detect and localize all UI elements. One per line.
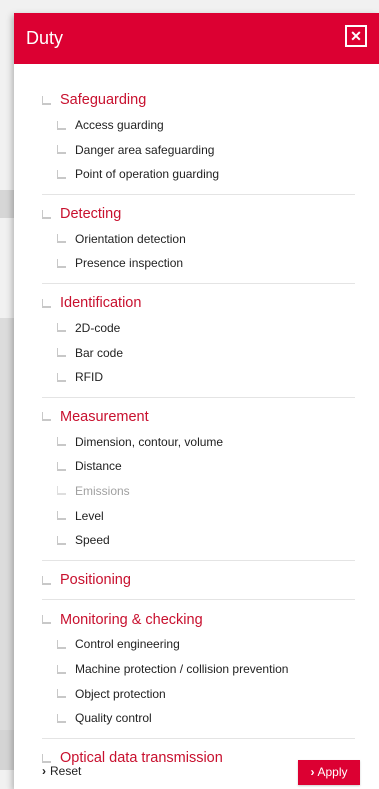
option-label: Quality control (75, 711, 152, 726)
option-label: Presence inspection (75, 256, 184, 271)
reset-button[interactable]: › Reset (42, 764, 81, 778)
option-checkbox-row[interactable]: Control engineering (42, 632, 355, 657)
group-checkbox-row[interactable]: Measurement (42, 405, 355, 430)
filter-group: Identification 2D-code Bar code RFID (42, 291, 355, 398)
group-label: Measurement (60, 408, 149, 425)
checkbox[interactable] (57, 258, 66, 268)
option-label: Bar code (75, 345, 124, 360)
option-checkbox-row[interactable]: Bar code (42, 340, 355, 365)
filter-list: Safeguarding Access guarding Danger area s… (14, 64, 379, 778)
option-checkbox-row[interactable]: Danger area safeguarding (42, 137, 355, 162)
filter-group: Measurement Dimension, contour, volume Dis… (42, 405, 355, 561)
checkbox[interactable] (57, 348, 66, 358)
option-checkbox-row[interactable]: Machine protection / collision preventio… (42, 657, 355, 682)
checkbox (57, 486, 66, 496)
group-checkbox-row[interactable]: Identification (42, 291, 355, 316)
filter-group: Detecting Orientation detection Presence i… (42, 202, 355, 284)
chevron-right-icon: › (42, 764, 46, 778)
checkbox[interactable] (57, 323, 66, 333)
option-label: Level (75, 508, 104, 523)
option-checkbox-row[interactable]: Presence inspection (42, 251, 355, 276)
option-label: Dimension, contour, volume (75, 434, 224, 449)
checkbox[interactable] (57, 437, 66, 447)
option-checkbox-row[interactable]: Point of operation guarding (42, 162, 355, 187)
duty-filter-panel: Duty ✕ Safeguarding Access guarding Danger… (14, 13, 379, 789)
checkbox[interactable] (57, 639, 66, 649)
option-checkbox-row[interactable]: Quality control (42, 706, 355, 731)
option-checkbox-row[interactable]: Object protection (42, 681, 355, 706)
option-checkbox-row[interactable]: Distance (42, 454, 355, 479)
checkbox[interactable] (57, 689, 66, 699)
checkbox[interactable] (57, 461, 66, 471)
group-label: Safeguarding (60, 92, 147, 109)
checkbox[interactable] (57, 169, 66, 179)
option-checkbox-row[interactable]: Orientation detection (42, 226, 355, 251)
option-label: Object protection (75, 686, 166, 701)
reset-label: Reset (50, 764, 82, 778)
option-checkbox-row: Emissions (42, 479, 355, 504)
checkbox[interactable] (57, 535, 66, 545)
panel-header: Duty ✕ (14, 13, 379, 64)
close-icon: ✕ (350, 28, 362, 44)
option-label: Emissions (75, 483, 130, 498)
checkbox[interactable] (42, 209, 51, 219)
checkbox[interactable] (42, 95, 51, 105)
group-checkbox-row[interactable]: Positioning (42, 568, 355, 593)
group-checkbox-row[interactable]: Safeguarding (42, 88, 355, 113)
option-label: Access guarding (75, 118, 164, 133)
panel-title: Duty (26, 28, 64, 48)
panel-footer: › Reset › Apply (14, 758, 379, 788)
checkbox[interactable] (42, 575, 51, 585)
group-label: Identification (60, 295, 142, 312)
option-label: RFID (75, 370, 103, 385)
group-label: Positioning (60, 572, 131, 589)
group-label: Monitoring & checking (60, 611, 203, 628)
group-label: Detecting (60, 206, 122, 223)
group-checkbox-row[interactable]: Detecting (42, 202, 355, 227)
option-label: Orientation detection (75, 231, 186, 246)
filter-group: Monitoring & checking Control engineering… (42, 607, 355, 739)
option-checkbox-row[interactable]: 2D-code (42, 316, 355, 341)
filter-group: Positioning (42, 568, 355, 601)
option-checkbox-row[interactable]: Dimension, contour, volume (42, 429, 355, 454)
option-checkbox-row[interactable]: Level (42, 503, 355, 528)
group-checkbox-row[interactable]: Monitoring & checking (42, 607, 355, 632)
option-label: Machine protection / collision preventio… (75, 662, 289, 677)
checkbox[interactable] (42, 298, 51, 308)
checkbox[interactable] (57, 234, 66, 244)
checkbox[interactable] (57, 511, 66, 521)
option-label: 2D-code (75, 320, 121, 335)
chevron-right-icon: › (310, 765, 315, 779)
option-label: Speed (75, 533, 110, 548)
option-label: Control engineering (75, 637, 180, 652)
checkbox[interactable] (57, 372, 66, 382)
checkbox[interactable] (57, 145, 66, 155)
apply-label: Apply (317, 765, 348, 779)
checkbox[interactable] (42, 412, 51, 422)
option-label: Distance (75, 459, 122, 474)
checkbox[interactable] (57, 120, 66, 130)
option-checkbox-row[interactable]: Access guarding (42, 113, 355, 138)
checkbox[interactable] (57, 713, 66, 723)
option-checkbox-row[interactable]: Speed (42, 528, 355, 553)
checkbox[interactable] (42, 615, 51, 625)
apply-button[interactable]: › Apply (298, 760, 360, 785)
filter-group: Safeguarding Access guarding Danger area s… (42, 88, 355, 195)
close-button[interactable]: ✕ (345, 25, 367, 47)
option-label: Danger area safeguarding (75, 142, 215, 157)
checkbox[interactable] (57, 664, 66, 674)
option-label: Point of operation guarding (75, 167, 220, 182)
option-checkbox-row[interactable]: RFID (42, 365, 355, 390)
